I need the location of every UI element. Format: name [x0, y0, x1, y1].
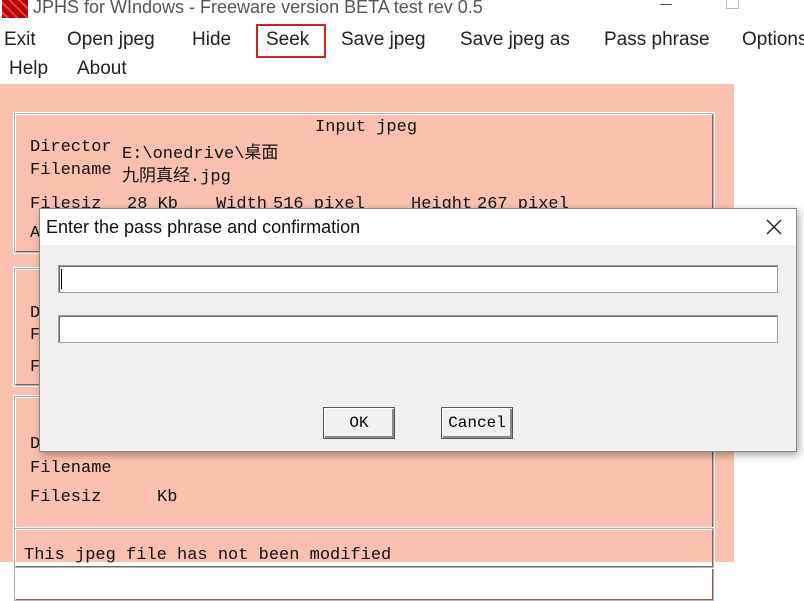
- menu-item-seek[interactable]: Seek: [266, 29, 309, 51]
- passphrase-dialog: Enter the pass phrase and confirmation O…: [39, 208, 797, 452]
- close-icon[interactable]: [764, 217, 784, 237]
- filename-value: 九阴真经.jpg: [122, 168, 231, 187]
- menu-item-hide[interactable]: Hide: [192, 29, 231, 51]
- window-titlebar: JPHS for WIndows - Freeware version BETA…: [0, 0, 804, 18]
- output-filesize-unit: Kb: [157, 488, 178, 507]
- filename-label: Filename: [30, 161, 112, 180]
- minimize-icon[interactable]: [660, 4, 672, 5]
- menu-item-about[interactable]: About: [77, 58, 127, 80]
- menu-item-exit[interactable]: Exit: [4, 29, 36, 51]
- menu-item-save-jpeg-as[interactable]: Save jpeg as: [460, 29, 570, 51]
- status-message: This jpeg file has not been modified: [24, 546, 392, 565]
- menu-item-pass-phrase[interactable]: Pass phrase: [604, 29, 710, 51]
- menu-item-open-jpeg[interactable]: Open jpeg: [67, 29, 155, 51]
- menu-item-options[interactable]: Options: [742, 29, 804, 51]
- dialog-titlebar: Enter the pass phrase and confirmation: [40, 209, 796, 245]
- menu-bar: Exit Open jpeg Hide Seek Save jpeg Save …: [0, 18, 804, 84]
- app-icon: [2, 0, 28, 18]
- input-jpeg-heading: Input jpeg: [315, 118, 418, 137]
- text-caret: [61, 269, 62, 289]
- ok-button[interactable]: OK: [323, 407, 395, 439]
- window-title: JPHS for WIndows - Freeware version BETA…: [33, 0, 483, 17]
- confirmation-input[interactable]: [58, 315, 778, 343]
- cancel-button[interactable]: Cancel: [441, 407, 513, 439]
- menu-item-save-jpeg[interactable]: Save jpeg: [341, 29, 426, 51]
- dialog-title: Enter the pass phrase and confirmation: [46, 217, 361, 237]
- output-filesize-label: Filesiz: [30, 488, 102, 507]
- menu-item-help[interactable]: Help: [9, 58, 48, 80]
- maximize-icon[interactable]: [726, 0, 739, 9]
- directory-label: Director: [30, 138, 112, 157]
- output-filename-label: Filename: [30, 459, 112, 478]
- passphrase-input[interactable]: [58, 265, 778, 293]
